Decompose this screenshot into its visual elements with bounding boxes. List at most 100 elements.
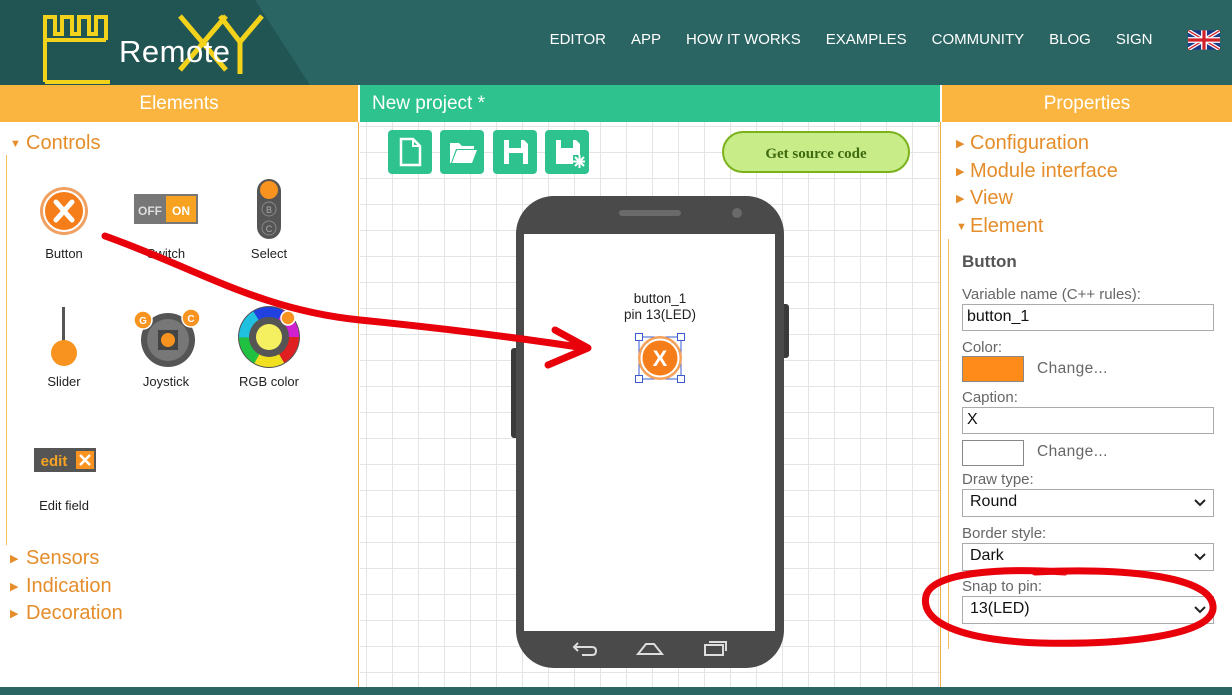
nav-editor[interactable]: EDITOR [537, 31, 618, 48]
main-nav: EDITOR APP HOW IT WORKS EXAMPLES COMMUNI… [537, 31, 1165, 48]
element-edit-field-label: Edit field [39, 498, 89, 513]
caret-down-icon: ▼ [956, 220, 967, 233]
new-file-icon [399, 137, 422, 167]
switch-icon: OFF ON [121, 184, 211, 240]
element-joystick-label: Joystick [142, 374, 190, 389]
recent-apps-icon[interactable] [702, 639, 728, 657]
resize-handle[interactable] [635, 375, 643, 383]
element-edit-field[interactable]: edit Edit field [19, 436, 109, 513]
section-configuration[interactable]: ▶ Configuration [956, 132, 1089, 155]
switch-on-text: ON [172, 204, 190, 218]
caption-color-swatch[interactable] [962, 440, 1024, 466]
button-icon [19, 184, 109, 240]
border-style-value: Dark [970, 547, 1004, 564]
category-decoration[interactable]: ▶ Decoration [10, 602, 123, 625]
phone-side-button [784, 304, 789, 358]
category-controls-label: Controls [26, 132, 101, 154]
section-configuration-label: Configuration [970, 132, 1089, 154]
caret-right-icon: ▶ [10, 608, 19, 621]
element-button[interactable]: Button [19, 184, 109, 261]
resize-handle[interactable] [677, 333, 685, 341]
new-file-button[interactable] [388, 130, 432, 174]
element-rgb-color[interactable]: RGB color [224, 306, 314, 389]
switch-off-text: OFF [138, 204, 162, 218]
element-select[interactable]: B C Select [224, 178, 314, 261]
caret-right-icon: ▶ [956, 138, 965, 151]
snap-to-pin-label: Snap to pin: [962, 578, 1043, 595]
section-module-interface-label: Module interface [970, 160, 1118, 182]
element-slider[interactable]: Slider [19, 306, 109, 389]
edit-icon-text: edit [41, 453, 68, 470]
element-switch-label: Switch [146, 246, 186, 261]
select-icon: B C [224, 178, 314, 240]
uk-flag-icon[interactable] [1188, 30, 1220, 50]
slider-icon [19, 306, 109, 368]
save-as-icon [556, 140, 585, 168]
draw-type-select[interactable]: Round [962, 489, 1214, 517]
project-title: New project * [360, 85, 940, 122]
phone-screen[interactable]: button_1 pin 13(LED) X [524, 234, 775, 631]
svg-text:C: C [266, 224, 273, 234]
edit-field-icon: edit [19, 436, 109, 492]
placed-button-element[interactable]: X [635, 333, 685, 383]
resize-handle[interactable] [677, 375, 685, 383]
phone-preview: button_1 pin 13(LED) X [511, 196, 789, 668]
caret-down-icon: ▼ [10, 137, 21, 150]
nav-blog[interactable]: BLOG [1037, 31, 1104, 48]
folder-open-icon [450, 143, 477, 163]
nav-app[interactable]: APP [619, 31, 674, 48]
element-joystick[interactable]: G C Joystick [121, 306, 211, 389]
button-element-pin: pin 13(LED) [623, 307, 697, 322]
section-element[interactable]: ▼ Element [956, 215, 1043, 238]
elements-panel: ▼ Controls Button OFF ON Switch B C Sele… [0, 122, 359, 688]
element-slider-label: Slider [47, 374, 81, 389]
get-source-code-button[interactable]: Get source code [722, 131, 910, 173]
snap-to-pin-select[interactable]: 13(LED) [962, 596, 1214, 624]
caret-right-icon: ▶ [956, 193, 965, 206]
caret-right-icon: ▶ [10, 553, 19, 566]
resize-handle[interactable] [635, 333, 643, 341]
open-folder-button[interactable] [440, 130, 484, 174]
element-section-divider [948, 239, 949, 649]
section-view[interactable]: ▶ View [956, 187, 1013, 210]
controls-divider [6, 155, 7, 545]
phone-speaker [619, 210, 681, 216]
category-controls[interactable]: ▼ Controls [10, 132, 100, 155]
category-sensors[interactable]: ▶ Sensors [10, 547, 99, 570]
chevron-down-icon [1194, 499, 1206, 507]
phone-volume-button [511, 348, 516, 438]
color-label: Color: [962, 339, 1003, 356]
section-module-interface[interactable]: ▶ Module interface [956, 160, 1118, 183]
rgb-color-icon [224, 306, 314, 368]
caption-input[interactable]: X [962, 407, 1214, 434]
project-canvas[interactable]: Get source code button_1 pin 13(LED) X [360, 122, 941, 688]
home-icon[interactable] [636, 639, 664, 657]
category-indication-label: Indication [26, 575, 112, 597]
section-element-label: Element [970, 215, 1044, 237]
category-indication[interactable]: ▶ Indication [10, 575, 112, 598]
nav-community[interactable]: COMMUNITY [919, 31, 1037, 48]
chevron-down-icon [1194, 553, 1206, 561]
properties-panel: ▶ Configuration ▶ Module interface ▶ View ▼… [942, 122, 1232, 688]
border-style-select[interactable]: Dark [962, 543, 1214, 571]
snap-to-pin-value: 13(LED) [970, 600, 1030, 617]
back-icon[interactable] [572, 639, 598, 657]
nav-examples[interactable]: EXAMPLES [813, 31, 919, 48]
svg-text:G: G [139, 316, 147, 327]
nav-sign[interactable]: SIGN [1103, 31, 1165, 48]
caption-label: Caption: [962, 389, 1018, 406]
draw-type-label: Draw type: [962, 471, 1034, 488]
caption-color-change-link[interactable]: Change... [1037, 443, 1108, 461]
draw-type-value: Round [970, 493, 1018, 510]
save-icon [504, 140, 528, 164]
joystick-icon: G C [121, 306, 211, 368]
nav-how-it-works[interactable]: HOW IT WORKS [674, 31, 814, 48]
save-as-button[interactable] [545, 130, 589, 174]
color-swatch[interactable] [962, 356, 1024, 382]
top-header: Remote EDITOR APP HOW IT WORKS EXAMPLES … [0, 0, 1232, 85]
variable-name-input[interactable]: button_1 [962, 304, 1214, 331]
element-switch[interactable]: OFF ON Switch [121, 184, 211, 261]
save-button[interactable] [493, 130, 537, 174]
color-change-link[interactable]: Change... [1037, 360, 1108, 378]
placed-button-caption: X [653, 346, 668, 371]
